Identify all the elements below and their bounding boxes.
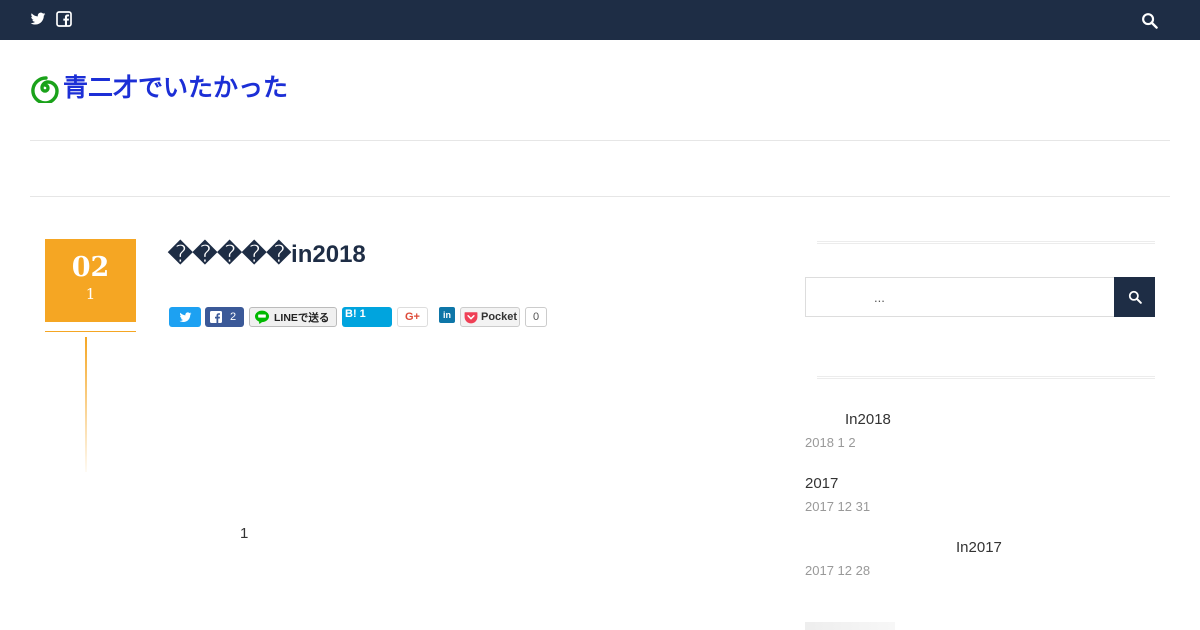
search-form	[805, 277, 1155, 317]
nav-divider	[30, 196, 1170, 197]
search-submit-button[interactable]	[1114, 277, 1155, 317]
recent-post-date: 2018 1 2	[805, 435, 856, 450]
faded-widget-heading	[805, 622, 895, 630]
search-icon[interactable]	[1141, 12, 1158, 29]
widget-divider	[817, 241, 1155, 244]
recent-post-date: 2017 12 31	[805, 499, 871, 514]
hatena-label: B! 1	[345, 308, 366, 320]
recent-post-date: 2017 12 28	[805, 563, 871, 578]
recent-post-title[interactable]: In2017	[805, 539, 1155, 557]
linkedin-icon: in	[443, 310, 451, 320]
list-item: 2017 2017 12 31	[805, 475, 1155, 539]
facebook-icon[interactable]	[56, 11, 72, 27]
recent-post-title[interactable]: 2017	[805, 475, 1155, 493]
post-date-day: 02	[71, 252, 110, 283]
twitter-share-button[interactable]	[169, 307, 201, 327]
site-title: 青二才でいたかった	[63, 73, 289, 102]
facebook-share-button[interactable]: 2	[205, 307, 244, 327]
linkedin-share-button[interactable]: in	[439, 307, 455, 323]
facebook-icon	[210, 311, 222, 323]
twitter-icon[interactable]	[30, 11, 46, 27]
post-date-badge: 02 1	[45, 239, 136, 322]
site-logo[interactable]: 青二才でいたかった	[30, 72, 288, 104]
date-timeline-line	[85, 337, 87, 472]
search-input[interactable]	[805, 277, 1115, 317]
page-number[interactable]: 1	[240, 525, 248, 542]
recent-posts-list: In2018 2018 1 2 2017 2017 12 31 In2017 2…	[805, 411, 1155, 603]
list-item: In2018 2018 1 2	[805, 411, 1155, 475]
social-links	[30, 11, 72, 27]
pocket-label: Pocket	[481, 311, 518, 323]
spiral-logo-icon	[31, 76, 59, 103]
twitter-icon	[179, 311, 191, 322]
widget-divider	[817, 376, 1155, 379]
pocket-icon	[464, 311, 478, 323]
post-title[interactable]: �����in2018	[168, 240, 366, 270]
list-item: In2017 2017 12 28	[805, 539, 1155, 603]
date-underline	[45, 331, 136, 332]
post-date-month: 1	[85, 285, 96, 303]
google-plus-button[interactable]: G+	[397, 307, 428, 327]
line-share-label: LINEで送る	[274, 311, 330, 324]
top-bar	[0, 0, 1200, 40]
pocket-count: 0	[525, 307, 547, 327]
search-icon	[1128, 290, 1142, 304]
line-icon	[255, 310, 269, 324]
facebook-share-count: 2	[230, 311, 237, 323]
recent-post-title[interactable]: In2018	[805, 411, 1155, 429]
hatena-bookmark-button[interactable]: B! 1	[342, 307, 392, 327]
header-divider	[30, 140, 1170, 141]
pocket-button[interactable]: Pocket	[460, 307, 520, 327]
line-share-button[interactable]: LINEで送る	[249, 307, 337, 327]
google-plus-label: G+	[405, 311, 420, 323]
